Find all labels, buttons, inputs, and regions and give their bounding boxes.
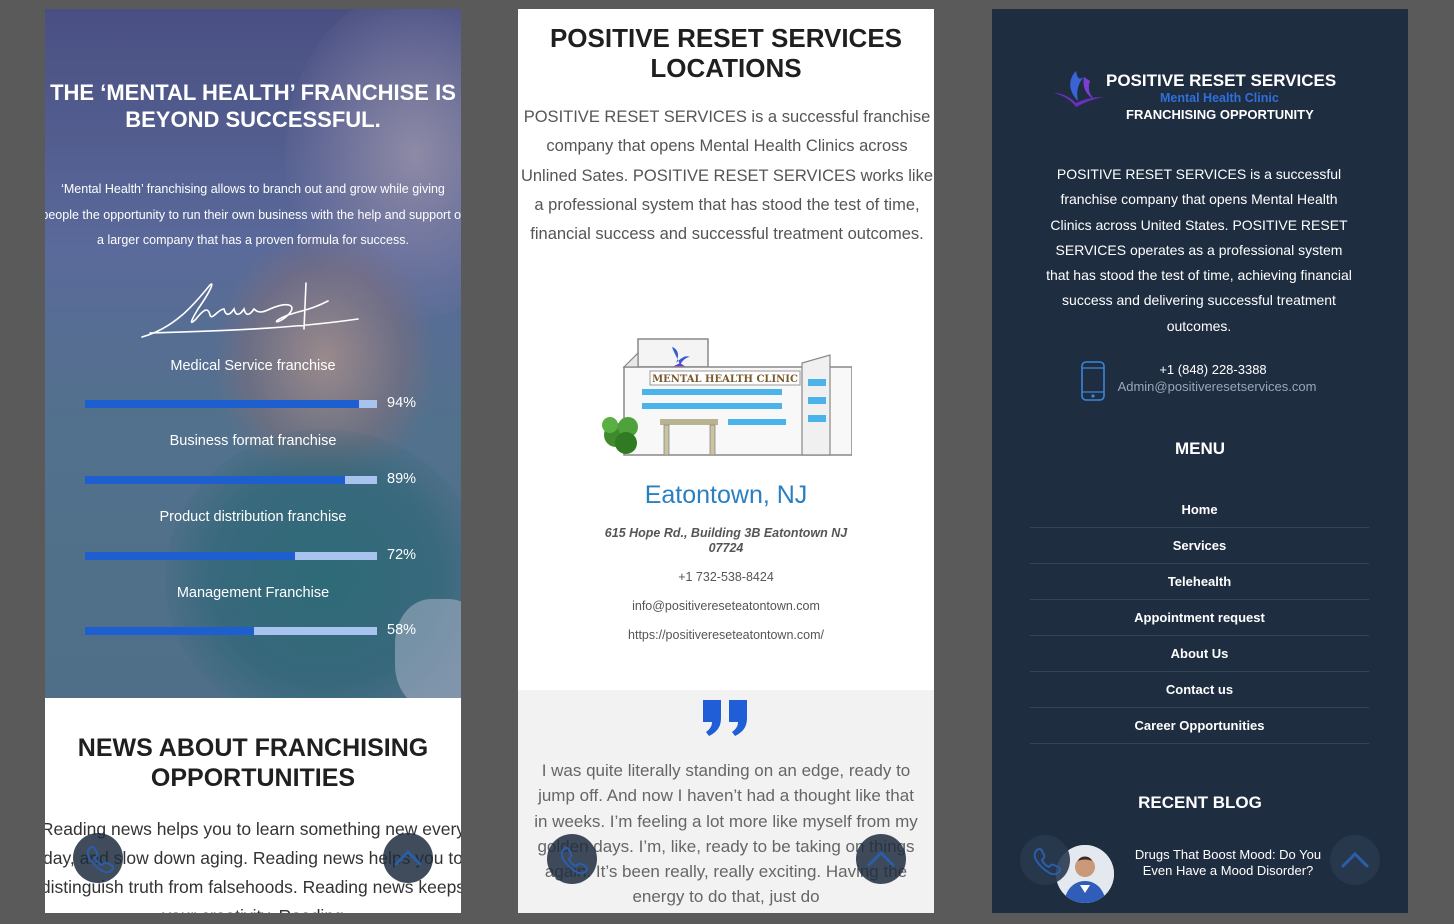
clinic-building-illustration: MENTAL HEALTH CLINIC	[602, 338, 852, 456]
hero-title: THE ‘MENTAL HEALTH’ FRANCHISE IS BEYOND …	[50, 80, 456, 132]
menu-item-contact-us[interactable]: Contact us	[1030, 672, 1369, 708]
hero-text: ‘Mental Health’ franchising allows to br…	[45, 182, 461, 247]
blog-post-title[interactable]: Drugs That Boost Mood: Do You Even Have …	[1128, 847, 1328, 879]
call-button[interactable]	[73, 833, 123, 883]
hero-section: THE ‘MENTAL HEALTH’ FRANCHISE IS BEYOND …	[45, 9, 461, 698]
skill-percent: 72%	[387, 547, 417, 563]
logo-bird-icon	[1054, 71, 1104, 107]
scroll-top-button[interactable]	[383, 833, 433, 883]
brand-subtitle: Mental Health Clinic	[1160, 91, 1279, 105]
hero-photo-object	[395, 599, 461, 698]
footer-email[interactable]: Admin@positiveresetservices.com	[1112, 379, 1322, 394]
menu-item-services[interactable]: Services	[1030, 528, 1369, 564]
skill-percent: 58%	[387, 622, 417, 638]
call-button[interactable]	[547, 834, 597, 884]
footer-menu: Home Services Telehealth Appointment req…	[1030, 492, 1369, 744]
skill-label: Management Franchise	[176, 585, 330, 601]
news-title: NEWS ABOUT FRANCHISING OPPORTUNITIES	[77, 734, 429, 792]
call-button[interactable]	[1020, 835, 1070, 885]
menu-item-home[interactable]: Home	[1030, 492, 1369, 528]
skill-label: Medical Service franchise	[170, 358, 336, 374]
scroll-top-button[interactable]	[1330, 835, 1380, 885]
signature-image	[141, 282, 359, 338]
location-website[interactable]: https://positivereseteatontown.com/	[518, 628, 934, 642]
locations-panel: POSITIVE RESET SERVICES LOCATIONS POSITI…	[518, 9, 934, 913]
chevron-up-icon	[394, 849, 422, 866]
location-city[interactable]: Eatontown, NJ	[518, 481, 934, 510]
chevron-up-icon	[1341, 851, 1369, 868]
skill-percent: 94%	[387, 395, 417, 411]
skill-progress-fill	[85, 400, 360, 408]
phone-icon	[86, 845, 115, 874]
brand-tagline: FRANCHISING OPPORTUNITY	[1126, 107, 1314, 122]
skill-progress-fill	[85, 552, 296, 560]
mobile-phone-icon	[1081, 361, 1105, 401]
quote-icon	[703, 700, 747, 736]
chevron-up-icon	[867, 850, 895, 867]
footer-phone[interactable]: +1 (848) 228-3388	[1112, 362, 1314, 377]
menu-item-about-us[interactable]: About Us	[1030, 636, 1369, 672]
skill-progress-bar	[85, 400, 377, 408]
footer-panel: POSITIVE RESET SERVICES Mental Health Cl…	[992, 9, 1408, 913]
menu-item-career-opportunities[interactable]: Career Opportunities	[1030, 708, 1369, 744]
skill-progress-fill	[85, 476, 345, 484]
clinic-sign-text: MENTAL HEALTH CLINIC	[652, 374, 798, 385]
locations-description: POSITIVE RESET SERVICES is a successful …	[520, 108, 934, 244]
brand-name: POSITIVE RESET SERVICES	[1106, 71, 1337, 90]
scroll-top-button[interactable]	[856, 834, 906, 884]
recent-blog-title: RECENT BLOG	[1138, 793, 1262, 812]
location-address: 615 Hope Rd., Building 3B Eatontown NJ 0…	[604, 526, 848, 555]
menu-item-appointment-request[interactable]: Appointment request	[1030, 600, 1369, 636]
about-text: POSITIVE RESET SERVICES is a successful …	[1046, 166, 1352, 334]
skill-percent: 89%	[387, 471, 417, 487]
franchise-panel: THE ‘MENTAL HEALTH’ FRANCHISE IS BEYOND …	[45, 9, 461, 913]
skill-progress-bar	[85, 476, 377, 484]
skill-progress-fill	[85, 627, 255, 635]
skill-progress-bar	[85, 627, 377, 635]
phone-icon	[1033, 847, 1062, 876]
location-phone[interactable]: +1 732-538-8424	[518, 570, 934, 584]
location-email[interactable]: info@positivereseteatontown.com	[518, 599, 934, 613]
skill-label: Product distribution franchise	[159, 509, 347, 525]
menu-title: MENU	[1174, 439, 1226, 458]
skill-progress-bar	[85, 552, 377, 560]
skill-label: Business format franchise	[169, 433, 337, 449]
menu-item-telehealth[interactable]: Telehealth	[1030, 564, 1369, 600]
locations-title: POSITIVE RESET SERVICES LOCATIONS	[549, 23, 903, 83]
phone-icon	[560, 846, 589, 875]
